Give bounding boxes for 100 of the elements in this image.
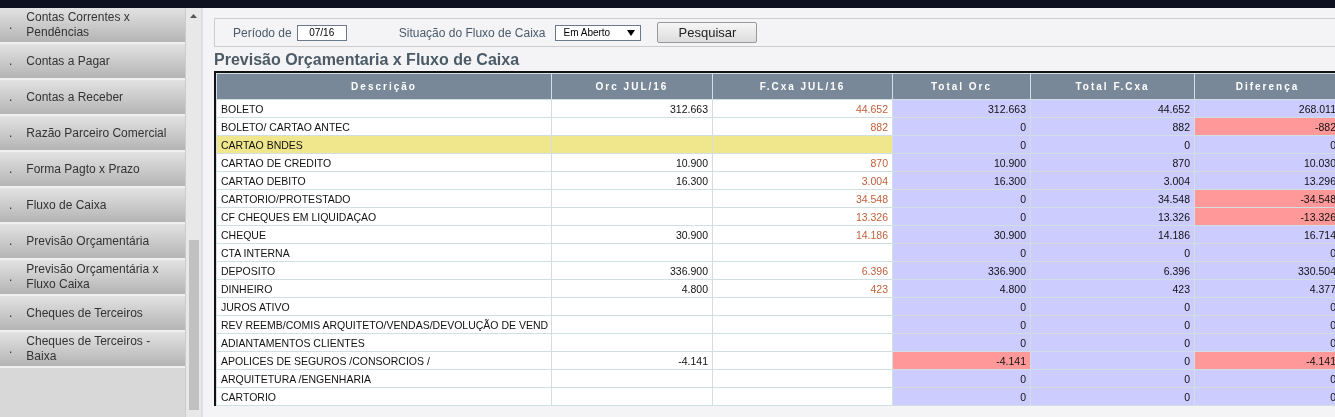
table-cell: 0 xyxy=(1195,298,1335,315)
item-label: Forma Pagto x Prazo xyxy=(26,161,140,177)
item-label: Contas Correntes x Pendências xyxy=(26,10,131,40)
table-cell: 6.396 xyxy=(713,262,892,279)
column-header[interactable]: Total Orc xyxy=(893,74,1030,99)
column-header[interactable]: Descrição xyxy=(217,74,551,99)
table-cell: 44.652 xyxy=(1031,100,1194,117)
table-cell: 0 xyxy=(1031,316,1194,333)
sidebar-item[interactable]: . Contas a Pagar xyxy=(0,44,185,80)
table-cell: 336.900 xyxy=(893,262,1030,279)
table-cell: 312.663 xyxy=(893,100,1030,117)
table-cell: 13.326 xyxy=(1031,208,1194,225)
table-cell: 44.652 xyxy=(713,100,892,117)
scrollbar[interactable] xyxy=(185,8,201,417)
sidebar-item[interactable]: . Previsão Orçamentária xyxy=(0,224,185,260)
table-cell: -882 xyxy=(1195,118,1335,135)
sidebar-item[interactable]: . Razão Parceiro Comercial xyxy=(0,116,185,152)
item-label: Fluxo de Caixa xyxy=(26,197,107,213)
table-cell: 30.900 xyxy=(552,226,712,243)
table-cell: 0 xyxy=(893,334,1030,351)
table-cell: -4.141 xyxy=(1195,352,1335,369)
table-cell: 882 xyxy=(1031,118,1194,135)
table-cell: 0 xyxy=(1195,334,1335,351)
table-cell: 30.900 xyxy=(893,226,1030,243)
table-cell: 4.800 xyxy=(893,280,1030,297)
table-cell: 0 xyxy=(893,298,1030,315)
sidebar-item[interactable]: . Cheques de Terceiros xyxy=(0,296,185,332)
table-cell: CARTAO DEBITO xyxy=(217,172,551,189)
table-cell: 3.004 xyxy=(1031,172,1194,189)
table-cell: 0 xyxy=(1031,244,1194,261)
table-cell: 10.900 xyxy=(893,154,1030,171)
search-button[interactable]: Pesquisar xyxy=(657,22,758,43)
table-cell: 0 xyxy=(893,370,1030,387)
table-cell: 0 xyxy=(893,118,1030,135)
table-cell: 3.004 xyxy=(713,172,892,189)
table-cell: BOLETO/ CARTAO ANTEC xyxy=(217,118,551,135)
table-cell: 0 xyxy=(1031,352,1194,369)
column-header[interactable]: Diferença xyxy=(1195,74,1335,99)
table-cell: -4.141 xyxy=(552,352,712,369)
table-cell: CTA INTERNA xyxy=(217,244,551,261)
table-cell: 0 xyxy=(1195,388,1335,405)
item-label: Contas a Pagar xyxy=(26,53,110,69)
status-select[interactable]: Em Aberto xyxy=(555,24,642,41)
table-cell: 0 xyxy=(1031,136,1194,153)
table-cell: 13.326 xyxy=(713,208,892,225)
sidebar-item[interactable]: . Contas a Receber xyxy=(0,80,185,116)
table-cell: 0 xyxy=(1031,370,1194,387)
table-cell: -34.548 xyxy=(1195,190,1335,207)
table-cell: 312.663 xyxy=(552,100,712,117)
table-cell: CARTORIO xyxy=(217,388,551,405)
table-cell: 16.300 xyxy=(893,172,1030,189)
table-cell: 0 xyxy=(1195,136,1335,153)
period-label: Período de xyxy=(233,25,292,40)
table-cell: 34.548 xyxy=(1031,190,1194,207)
scroll-thumb[interactable] xyxy=(188,240,199,410)
table-cell: DEPOSITO xyxy=(217,262,551,279)
table-cell: 423 xyxy=(1031,280,1194,297)
table-cell: APOLICES DE SEGUROS /CONSORCIOS / xyxy=(217,352,551,369)
column-header[interactable]: Total F.Cxa xyxy=(1031,74,1194,99)
table-cell: 0 xyxy=(1031,388,1194,405)
table-cell: 0 xyxy=(893,136,1030,153)
table-cell: -4.141 xyxy=(893,352,1030,369)
column-header[interactable]: F.Cxa JUL/16 xyxy=(713,74,892,99)
bullet: . xyxy=(9,53,13,69)
table-cell: 16.300 xyxy=(552,172,712,189)
table-cell: CHEQUE xyxy=(217,226,551,243)
table-cell: CARTORIO/PROTESTADO xyxy=(217,190,551,207)
table-cell: 16.714 xyxy=(1195,226,1335,243)
bullet: . xyxy=(9,233,13,249)
table-cell: JUROS ATIVO xyxy=(217,298,551,315)
bullet: . xyxy=(9,305,13,321)
table-cell: 10.030 xyxy=(1195,154,1335,171)
table-cell: 0 xyxy=(1195,316,1335,333)
scroll-up-icon[interactable] xyxy=(190,14,197,18)
table-cell: 10.900 xyxy=(552,154,712,171)
table-cell: 268.011 xyxy=(1195,100,1335,117)
sidebar-item[interactable]: . Fluxo de Caixa xyxy=(0,188,185,224)
bullet: . xyxy=(9,341,13,357)
bullet: . xyxy=(9,17,13,33)
sidebar-item[interactable]: . Cheques de Terceiros - Baixa xyxy=(0,332,185,368)
bullet: . xyxy=(9,269,13,285)
table-cell: 34.548 xyxy=(713,190,892,207)
report-title: Previsão Orçamentaria x Fluxo de Caixa xyxy=(214,51,521,69)
item-label: Razão Parceiro Comercial xyxy=(26,125,167,141)
table-cell: -13.326 xyxy=(1195,208,1335,225)
table-cell: 336.900 xyxy=(552,262,712,279)
item-label: Previsão Orçamentária xyxy=(26,233,150,249)
table-cell: 870 xyxy=(713,154,892,171)
sidebar-item[interactable]: . Forma Pagto x Prazo xyxy=(0,152,185,188)
table-cell: DINHEIRO xyxy=(217,280,551,297)
table-cell: ARQUITETURA /ENGENHARIA xyxy=(217,370,551,387)
table-cell: 0 xyxy=(893,208,1030,225)
item-label: Previsão Orçamentária x Fluxo Caixa xyxy=(26,262,160,292)
column-header[interactable]: Orc JUL/16 xyxy=(552,74,712,99)
sidebar-item[interactable]: . Previsão Orçamentária x Fluxo Caixa xyxy=(0,260,185,296)
table-cell: 0 xyxy=(893,316,1030,333)
period-field[interactable]: 07/16 xyxy=(296,24,347,41)
table-cell: 330.504 xyxy=(1195,262,1335,279)
table-cell: BOLETO xyxy=(217,100,551,117)
sidebar-item[interactable]: . Contas Correntes x Pendências xyxy=(0,8,185,44)
